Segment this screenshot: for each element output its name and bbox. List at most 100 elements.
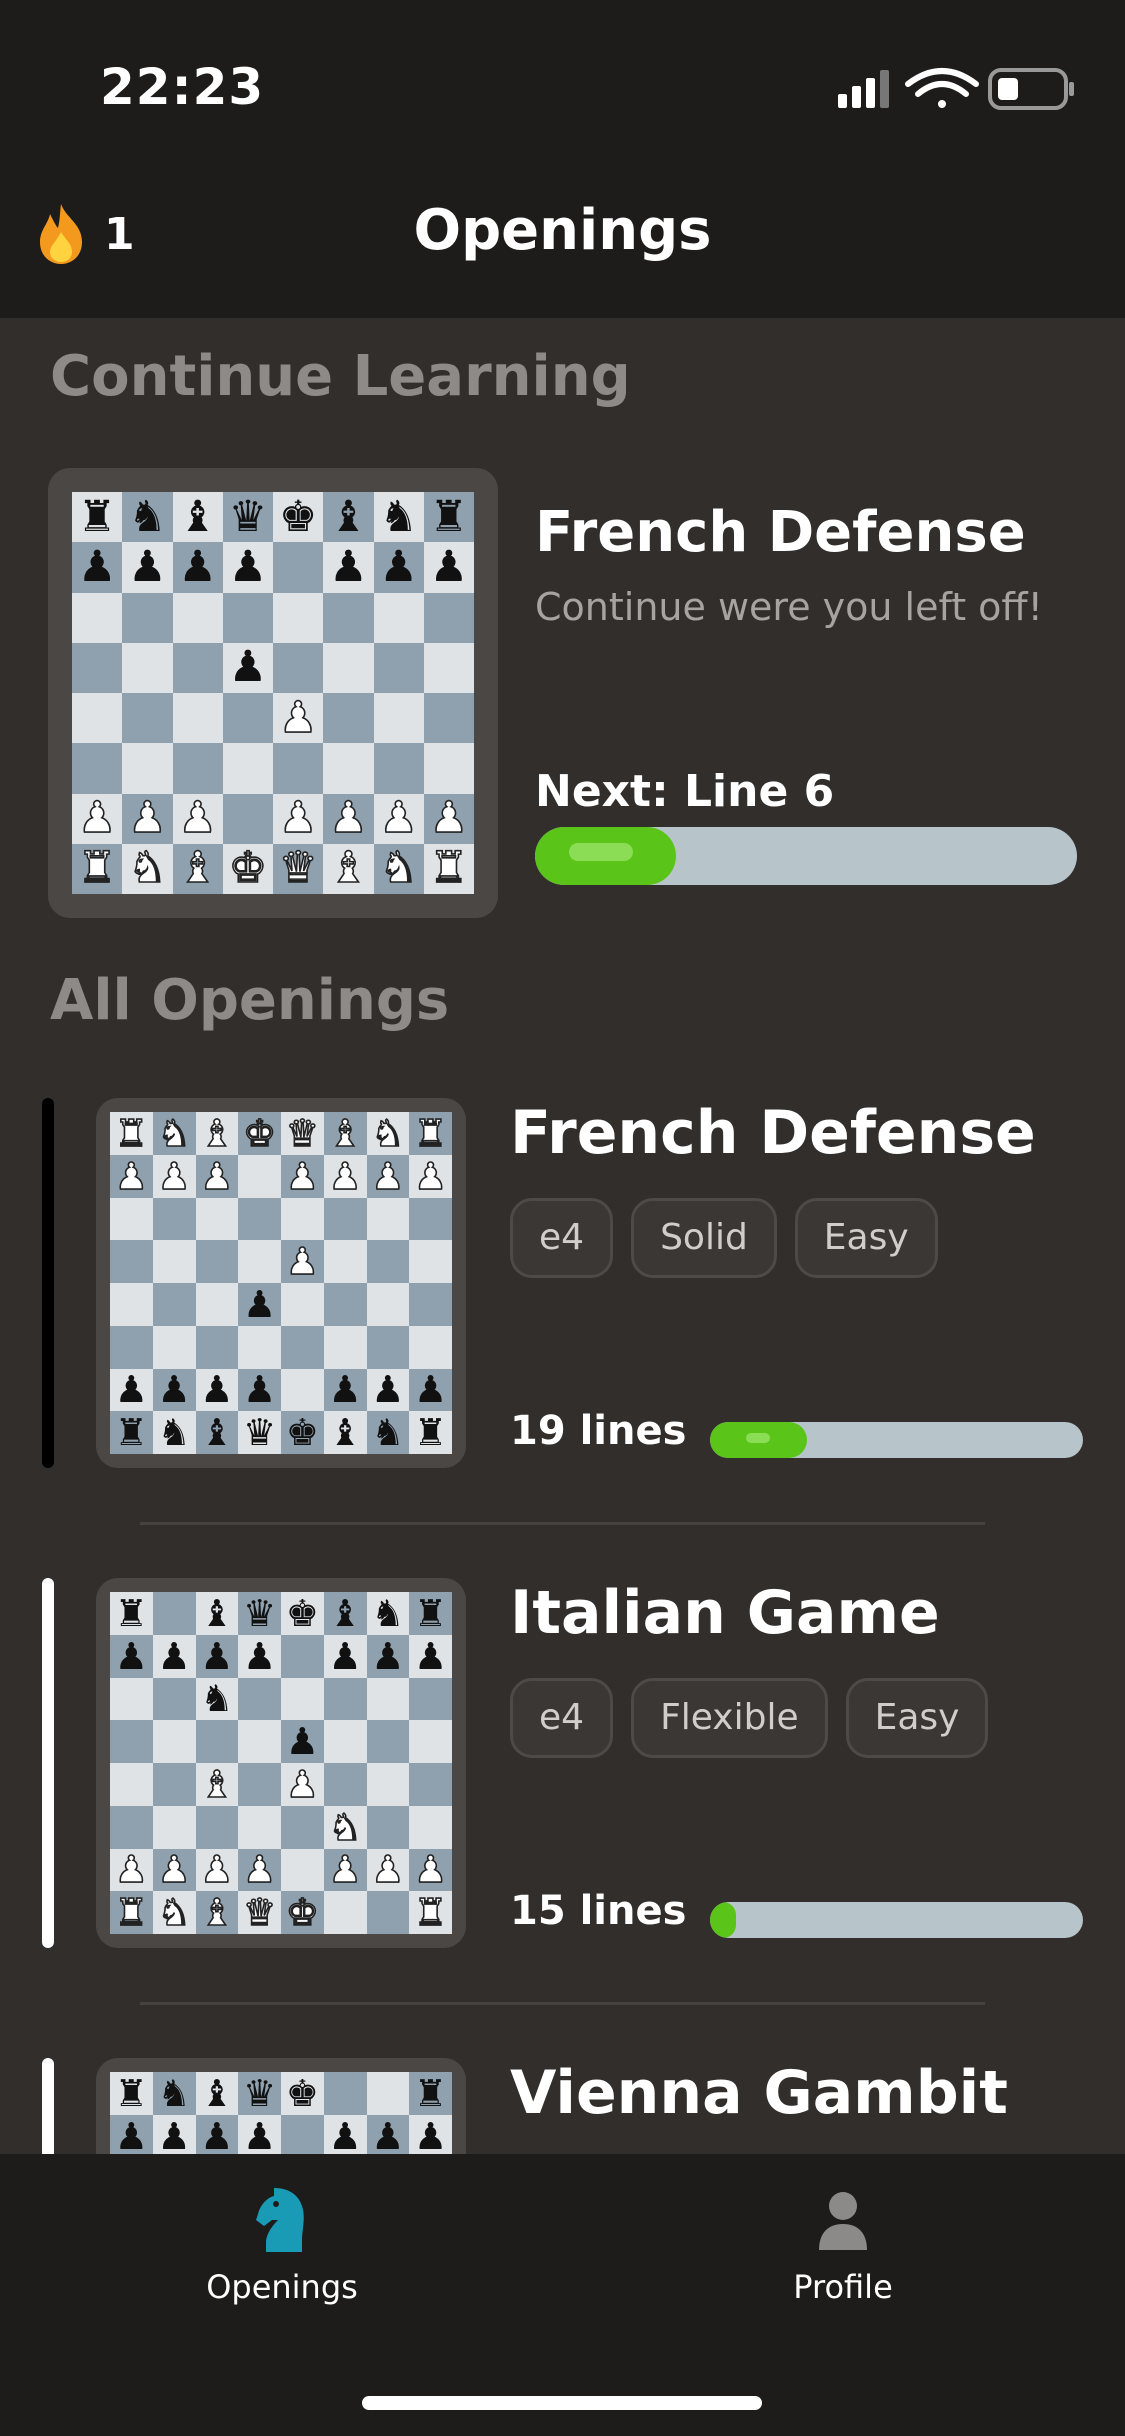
board-square [273,642,324,693]
board-square: ♚ [281,1891,324,1934]
continue-board-card[interactable]: ♜ ♞ ♝ ♛ ♚ ♝ ♞ ♜ ♟ ♟ ♟ ♟ ♟ ♟ ♟ ♟ ♟ ♟ ♟ ♟ ♟ ♟ ♟ ♟ ♜ ♞ ♝ ♚ ♛ ♝ ♞ ♜ [48,468,498,918]
board-square [152,1325,196,1369]
board-square [110,1677,153,1721]
chess-piece: ♟ [200,1368,234,1412]
board-square [366,1805,410,1849]
board-square [323,743,374,794]
board-square: ♟ [238,2114,281,2158]
board-square [366,2072,410,2115]
board-square [323,1763,367,1806]
knight-icon [256,2188,304,2252]
board-square [152,1720,196,1763]
board-square [423,693,474,744]
board-square: ♞ [323,1805,367,1849]
board-square: ♟ [195,1154,239,1198]
progress-shine [746,1433,770,1443]
opening-item-italian-game[interactable]: ♜ ♝ ♛ ♚ ♝ ♞ ♜ ♟ ♟ ♟ ♟ ♟ ♟ ♟ ♞ ♟ ♝ ♟ ♞ ♟ ♟ ♟ ♟ ♟ ♟ ♟ ♜ ♞ ♝ ♛ ♚ ♜ Italian… [0,1578,1125,1958]
board-square: ♝ [195,1763,239,1806]
chess-board: ♜ ♞ ♝ ♚ ♛ ♝ ♞ ♜ ♟ ♟ ♟ ♟ ♟ ♟ ♟ ♟ ♟ ♟ ♟ ♟ ♟ ♟ ♟ ♟ ♜ ♞ ♝ ♛ ♚ ♝ ♞ ♜ [110,1112,452,1454]
board-square [281,1677,324,1721]
chess-piece: ♝ [199,1891,234,1935]
chess-piece: ♟ [157,1154,192,1198]
tab-openings[interactable]: Openings [132,2184,432,2306]
chess-piece: ♟ [77,793,117,844]
opening-board-card: ♜ ♝ ♛ ♚ ♝ ♞ ♜ ♟ ♟ ♟ ♟ ♟ ♟ ♟ ♞ ♟ ♝ ♟ ♞ ♟ ♟ ♟ ♟ ♟ ♟ ♟ ♜ ♞ ♝ ♛ ♚ ♜ [96,1578,466,1948]
board-square [238,1240,281,1283]
chess-piece: ♝ [329,491,368,542]
board-square [323,1677,367,1721]
board-square [281,1634,324,1678]
board-square [366,1240,410,1283]
board-square [409,1197,452,1241]
chess-piece: ♟ [199,1848,234,1892]
continue-info[interactable]: French Defense Continue were you left of… [535,500,1095,635]
board-square: ♟ [323,2114,367,2158]
chess-piece: ♝ [200,1591,234,1635]
divider [140,2002,985,2005]
chess-piece: ♟ [114,1154,149,1198]
chess-piece: ♜ [114,1111,149,1155]
board-square [72,743,123,794]
chess-piece: ♟ [243,1368,277,1412]
chess-piece: ♟ [128,541,167,592]
signal-icon [838,70,889,108]
board-square [373,743,424,794]
chess-piece: ♟ [413,1848,448,1892]
board-square: ♞ [366,1111,410,1155]
board-square [409,1240,452,1283]
chess-piece: ♞ [157,1411,191,1455]
board-square [72,693,123,744]
board-square: ♞ [152,1411,196,1455]
lines-count: 15 lines [510,1888,687,1934]
board-square: ♟ [222,642,273,693]
board-square [238,1154,281,1198]
board-square [409,1283,452,1326]
board-square: ♟ [366,1634,410,1678]
board-square: ♝ [323,1592,367,1635]
chess-piece: ♟ [242,1848,277,1892]
opening-item-french-defense[interactable]: ♜ ♞ ♝ ♚ ♛ ♝ ♞ ♜ ♟ ♟ ♟ ♟ ♟ ♟ ♟ ♟ ♟ ♟ ♟ ♟ ♟ ♟ ♟ ♟ ♜ ♞ ♝ ♛ ♚ ♝ ♞ ♜ French … [0,1098,1125,1478]
board-square [110,1805,153,1849]
board-square: ♛ [238,1411,281,1454]
tab-profile[interactable]: Profile [693,2184,993,2306]
chess-piece: ♟ [157,1848,192,1892]
board-square: ♟ [152,2114,196,2158]
board-square [281,2114,324,2158]
board-square: ♟ [366,1848,410,1892]
chess-piece: ♟ [414,1634,448,1678]
board-square [423,743,474,794]
board-square: ♜ [423,492,474,543]
chess-piece: ♟ [328,1634,362,1678]
tab-label: Openings [206,2268,358,2306]
board-square [172,693,223,744]
board-square [366,1763,410,1806]
board-square [172,743,223,794]
board-square [409,1763,452,1806]
board-square: ♟ [409,1368,452,1412]
board-square [323,1720,367,1763]
chess-piece: ♟ [370,1154,405,1198]
board-square [172,592,223,643]
board-square: ♟ [152,1634,196,1678]
chess-piece: ♟ [178,793,218,844]
board-square [222,592,273,643]
board-square [273,592,324,643]
chess-piece: ♟ [285,1762,320,1806]
board-square [238,1325,281,1369]
board-square [195,1283,239,1326]
board-square: ♟ [195,1368,239,1412]
chess-piece: ♞ [370,1111,405,1155]
board-square [195,1325,239,1369]
chess-piece: ♟ [414,2114,448,2158]
chess-piece: ♝ [199,1111,234,1155]
board-square: ♜ [423,843,474,894]
opening-tags: e4 Flexible Easy [510,1678,989,1758]
chess-piece: ♞ [157,1891,192,1935]
board-square: ♟ [110,2114,153,2158]
clock: 22:23 [100,58,265,116]
chess-piece: ♟ [157,1634,191,1678]
continue-subtitle: Continue were you left off! [535,585,1043,629]
board-square: ♜ [409,1891,452,1934]
board-square: ♛ [273,843,324,894]
board-square: ♟ [152,1848,196,1892]
